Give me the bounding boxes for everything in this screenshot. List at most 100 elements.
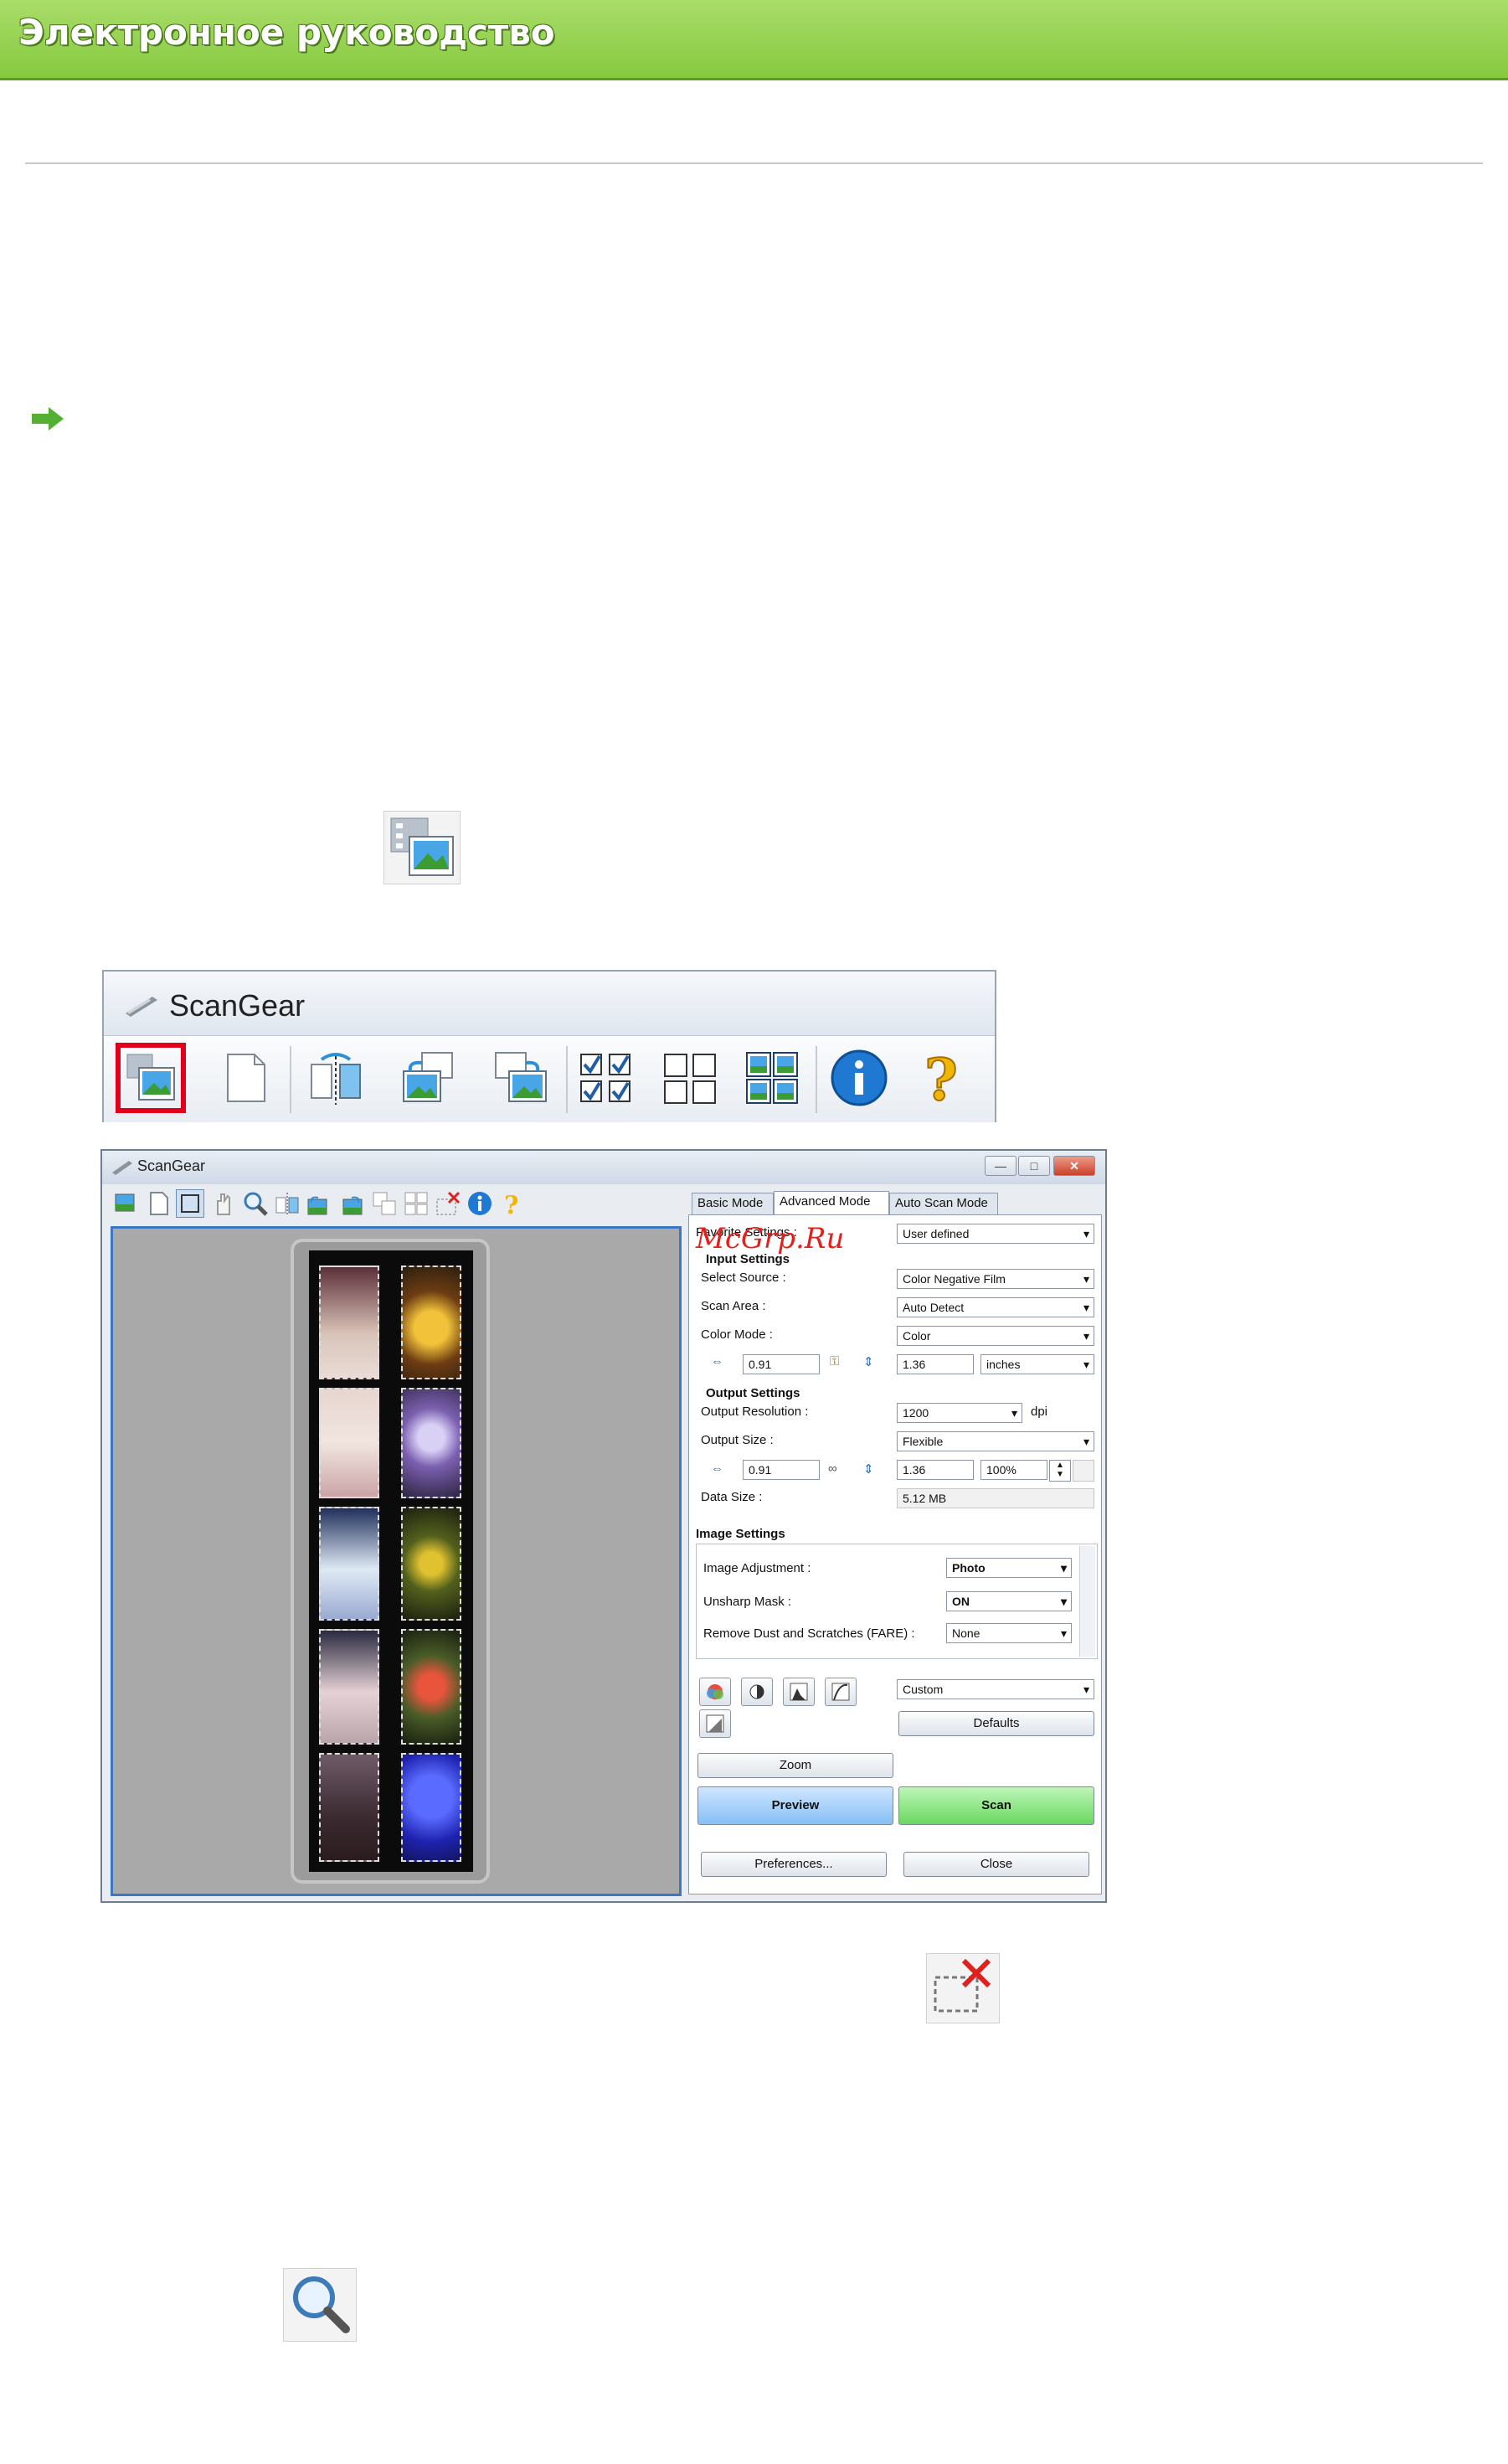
defaults-button[interactable]: Defaults — [898, 1711, 1094, 1736]
scan-button[interactable]: Scan — [898, 1786, 1094, 1825]
select-source-label: Select Source : — [701, 1271, 786, 1285]
mode-tabs: Basic Mode Advanced Mode Auto Scan Mode — [688, 1191, 1102, 1216]
film-frame[interactable] — [319, 1507, 379, 1621]
arrow-right-icon[interactable] — [32, 407, 65, 434]
aspect-lock-icon[interactable]: ⚿ — [830, 1354, 839, 1369]
hand-icon[interactable] — [209, 1189, 238, 1218]
film-frame[interactable] — [401, 1266, 461, 1379]
window-titlebar: ScanGear — □ ✕ — [102, 1151, 1105, 1184]
film-frame[interactable] — [319, 1388, 379, 1498]
info-icon[interactable] — [466, 1189, 494, 1218]
whole-image-icon[interactable] — [144, 1189, 172, 1218]
auto-crop-button[interactable] — [740, 1046, 804, 1110]
thumbnail-icon[interactable] — [111, 1189, 139, 1218]
scan-area-select[interactable]: Auto Detect — [897, 1297, 1094, 1317]
width-icon: ⇔ — [711, 1461, 723, 1476]
help-button[interactable]: ? — [909, 1046, 973, 1115]
film-frame[interactable] — [401, 1629, 461, 1745]
maximize-button[interactable]: □ — [1018, 1156, 1050, 1176]
scangear-window: ScanGear — □ ✕ ? Basic Mode Advanced Mod… — [100, 1149, 1107, 1903]
image-settings-scrollbar[interactable] — [1079, 1546, 1095, 1657]
color-balance-button[interactable] — [699, 1678, 731, 1706]
output-size-select[interactable]: Flexible — [897, 1431, 1094, 1451]
rotate-right-icon[interactable] — [337, 1189, 365, 1218]
image-settings-title: Image Settings — [696, 1527, 785, 1541]
unit-select[interactable]: inches — [980, 1354, 1094, 1374]
film-frame[interactable] — [319, 1629, 379, 1745]
tab-auto-scan-mode[interactable]: Auto Scan Mode — [889, 1193, 998, 1214]
film-frame[interactable] — [401, 1388, 461, 1498]
zoom-icon[interactable] — [241, 1189, 270, 1218]
output-height-field[interactable]: 1.36 — [897, 1460, 974, 1480]
favorite-settings-select[interactable]: User defined — [897, 1224, 1094, 1244]
color-mode-select[interactable]: Color — [897, 1326, 1094, 1346]
height-icon: ⇕ — [863, 1355, 874, 1369]
deselect-frames-button[interactable] — [658, 1046, 722, 1110]
mirror-button[interactable] — [305, 1046, 368, 1110]
toolbar-titlebar: ScanGear — [104, 972, 995, 1036]
film-frame[interactable] — [319, 1753, 379, 1862]
settings-panel: Basic Mode Advanced Mode Auto Scan Mode … — [688, 1191, 1102, 1894]
remove-crop-frame-inline-icon — [926, 1953, 1000, 2023]
output-resolution-select[interactable]: 1200 — [897, 1403, 1022, 1423]
color-mode-label: Color Mode : — [701, 1327, 773, 1342]
scangear-logo-icon — [112, 1161, 132, 1175]
tab-advanced-mode[interactable]: Advanced Mode — [774, 1191, 889, 1216]
rotate-left-button[interactable] — [397, 1046, 461, 1110]
selection-frame-icon[interactable] — [176, 1189, 204, 1218]
close-button[interactable]: Close — [903, 1852, 1089, 1877]
scale-field[interactable]: 100% — [980, 1460, 1047, 1480]
film-holder — [291, 1239, 490, 1884]
toolbar-screenshot: ScanGear ? — [102, 970, 996, 1122]
histogram-button[interactable] — [783, 1678, 815, 1706]
preview-button[interactable]: Preview — [697, 1786, 893, 1825]
output-settings-title: Output Settings — [706, 1386, 800, 1400]
toolbar-separator — [290, 1046, 291, 1113]
color-preset-select[interactable]: Custom — [897, 1679, 1094, 1699]
toolbar-separator — [816, 1046, 817, 1113]
toolbar-bar: ? — [104, 1036, 995, 1122]
data-size-label: Data Size : — [701, 1490, 763, 1504]
unsharp-mask-select[interactable]: ON — [946, 1591, 1072, 1611]
zoom-inline-icon — [283, 2268, 357, 2342]
info-button[interactable] — [827, 1046, 891, 1110]
dust-removal-label: Remove Dust and Scratches (FARE) : — [703, 1626, 915, 1641]
dust-removal-select[interactable]: None — [946, 1623, 1072, 1643]
whole-image-button[interactable] — [214, 1046, 278, 1110]
width-icon: ⇔ — [711, 1354, 723, 1369]
image-adjustment-select[interactable]: Photo — [946, 1558, 1072, 1578]
window-title: ScanGear — [137, 1157, 206, 1174]
select-source-select[interactable]: Color Negative Film — [897, 1269, 1094, 1289]
scale-stepper[interactable]: ▲ ▼ — [1049, 1460, 1071, 1482]
rotate-left-icon[interactable] — [305, 1189, 333, 1218]
input-height-field[interactable]: 1.36 — [897, 1354, 974, 1374]
preview-area[interactable] — [111, 1226, 682, 1896]
remove-crop-icon[interactable] — [434, 1189, 462, 1218]
zoom-button[interactable]: Zoom — [697, 1753, 893, 1778]
film-frame[interactable] — [401, 1753, 461, 1862]
brightness-contrast-button[interactable] — [741, 1678, 773, 1706]
close-window-button[interactable]: ✕ — [1053, 1156, 1095, 1176]
input-width-field[interactable]: 0.91 — [743, 1354, 820, 1374]
select-all-frames-button[interactable] — [574, 1046, 638, 1110]
thumbnail-button[interactable] — [116, 1043, 186, 1113]
mirror-icon[interactable] — [273, 1189, 301, 1218]
svg-text:?: ? — [504, 1191, 519, 1218]
help-icon[interactable]: ? — [497, 1189, 526, 1220]
image-settings-list: Image Adjustment : Photo Unsharp Mask : … — [696, 1544, 1098, 1659]
preferences-button[interactable]: Preferences... — [701, 1852, 887, 1877]
auto-crop-icon[interactable] — [370, 1189, 399, 1218]
output-size-add-icon[interactable] — [1073, 1460, 1094, 1482]
rotate-right-button[interactable] — [489, 1046, 553, 1110]
tab-basic-mode[interactable]: Basic Mode — [692, 1193, 774, 1214]
film-frame[interactable] — [319, 1266, 379, 1379]
scangear-logo-icon — [126, 997, 157, 1017]
minimize-button[interactable]: — — [985, 1156, 1016, 1176]
tone-curve-button[interactable] — [825, 1678, 857, 1706]
grid-icon[interactable] — [402, 1189, 430, 1218]
unsharp-mask-label: Unsharp Mask : — [703, 1595, 792, 1609]
chain-link-icon[interactable]: ∞ — [828, 1461, 837, 1476]
output-width-field[interactable]: 0.91 — [743, 1460, 820, 1480]
film-frame[interactable] — [401, 1507, 461, 1621]
threshold-button[interactable] — [699, 1709, 731, 1738]
